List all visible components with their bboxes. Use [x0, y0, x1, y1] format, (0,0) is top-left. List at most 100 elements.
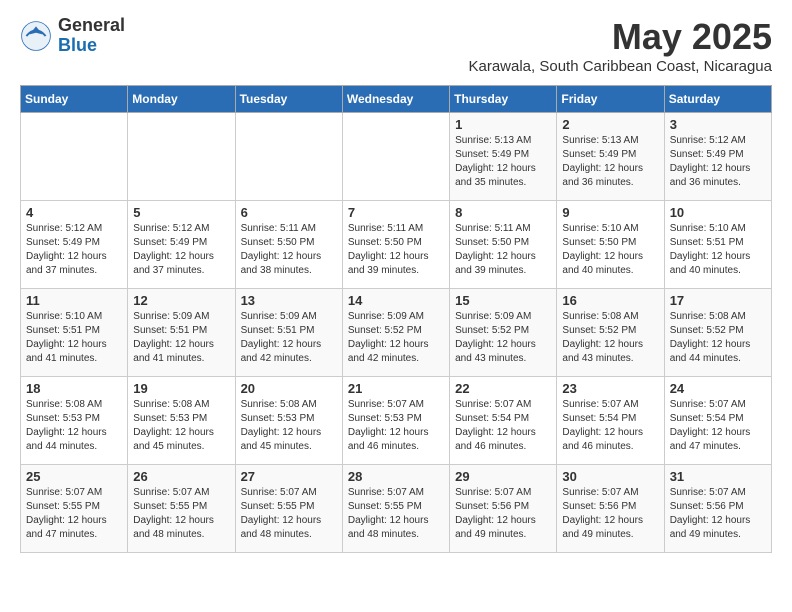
- calendar-cell: [342, 113, 449, 201]
- day-info: Sunrise: 5:09 AM Sunset: 5:51 PM Dayligh…: [133, 310, 229, 366]
- day-number: 6: [241, 205, 337, 220]
- calendar-cell: 2 Sunrise: 5:13 AM Sunset: 5:49 PM Daylig…: [557, 113, 664, 201]
- day-info: Sunrise: 5:09 AM Sunset: 5:51 PM Dayligh…: [241, 310, 337, 366]
- calendar-cell: 10 Sunrise: 5:10 AM Sunset: 5:51 PM Dayli…: [664, 201, 771, 289]
- calendar-cell: 20 Sunrise: 5:08 AM Sunset: 5:53 PM Dayli…: [235, 377, 342, 465]
- day-info: Sunrise: 5:08 AM Sunset: 5:52 PM Dayligh…: [670, 310, 766, 366]
- day-info: Sunrise: 5:10 AM Sunset: 5:51 PM Dayligh…: [670, 222, 766, 278]
- day-number: 19: [133, 381, 229, 396]
- day-number: 17: [670, 293, 766, 308]
- calendar-cell: 22 Sunrise: 5:07 AM Sunset: 5:54 PM Dayli…: [450, 377, 557, 465]
- title-block: May 2025 Karawala, South Caribbean Coast…: [468, 16, 772, 75]
- day-number: 22: [455, 381, 551, 396]
- calendar-cell: 9Sunrise: 5:10 AM Sunset: 5:50 PM Daylig…: [557, 201, 664, 289]
- calendar-week-3: 11 Sunrise: 5:10 AM Sunset: 5:51 PM Dayli…: [21, 289, 772, 377]
- day-number: 29: [455, 469, 551, 484]
- day-number: 10: [670, 205, 766, 220]
- day-number: 7: [348, 205, 444, 220]
- day-info: Sunrise: 5:09 AM Sunset: 5:52 PM Dayligh…: [348, 310, 444, 366]
- day-info: Sunrise: 5:09 AM Sunset: 5:52 PM Dayligh…: [455, 310, 551, 366]
- calendar-cell: 8 Sunrise: 5:11 AM Sunset: 5:50 PM Daylig…: [450, 201, 557, 289]
- calendar-cell: 19 Sunrise: 5:08 AM Sunset: 5:53 PM Dayli…: [128, 377, 235, 465]
- header-row: SundayMondayTuesdayWednesdayThursdayFrid…: [21, 86, 772, 113]
- day-info: Sunrise: 5:12 AM Sunset: 5:49 PM Dayligh…: [26, 222, 122, 278]
- day-number: 23: [562, 381, 658, 396]
- day-info: Sunrise: 5:07 AM Sunset: 5:54 PM Dayligh…: [670, 398, 766, 454]
- calendar-cell: 11 Sunrise: 5:10 AM Sunset: 5:51 PM Dayli…: [21, 289, 128, 377]
- day-number: 8: [455, 205, 551, 220]
- day-number: 2: [562, 117, 658, 132]
- day-number: 12: [133, 293, 229, 308]
- calendar-cell: 23 Sunrise: 5:07 AM Sunset: 5:54 PM Dayli…: [557, 377, 664, 465]
- calendar-cell: 17 Sunrise: 5:08 AM Sunset: 5:52 PM Dayli…: [664, 289, 771, 377]
- day-info: Sunrise: 5:07 AM Sunset: 5:54 PM Dayligh…: [562, 398, 658, 454]
- calendar-cell: [128, 113, 235, 201]
- calendar-cell: 28 Sunrise: 5:07 AM Sunset: 5:55 PM Dayli…: [342, 465, 449, 553]
- calendar-cell: 21Sunrise: 5:07 AM Sunset: 5:53 PM Dayli…: [342, 377, 449, 465]
- calendar-cell: 14 Sunrise: 5:09 AM Sunset: 5:52 PM Dayli…: [342, 289, 449, 377]
- day-info: Sunrise: 5:07 AM Sunset: 5:55 PM Dayligh…: [26, 486, 122, 542]
- day-number: 9: [562, 205, 658, 220]
- day-info: Sunrise: 5:10 AM Sunset: 5:51 PM Dayligh…: [26, 310, 122, 366]
- calendar-cell: 1 Sunrise: 5:13 AM Sunset: 5:49 PM Daylig…: [450, 113, 557, 201]
- day-info: Sunrise: 5:08 AM Sunset: 5:53 PM Dayligh…: [241, 398, 337, 454]
- calendar-cell: 31Sunrise: 5:07 AM Sunset: 5:56 PM Dayli…: [664, 465, 771, 553]
- calendar-cell: 12 Sunrise: 5:09 AM Sunset: 5:51 PM Dayli…: [128, 289, 235, 377]
- day-info: Sunrise: 5:11 AM Sunset: 5:50 PM Dayligh…: [455, 222, 551, 278]
- day-info: Sunrise: 5:13 AM Sunset: 5:49 PM Dayligh…: [455, 134, 551, 190]
- logo-general: General: [58, 16, 125, 36]
- day-info: Sunrise: 5:07 AM Sunset: 5:55 PM Dayligh…: [348, 486, 444, 542]
- day-info: Sunrise: 5:08 AM Sunset: 5:53 PM Dayligh…: [133, 398, 229, 454]
- day-number: 25: [26, 469, 122, 484]
- day-info: Sunrise: 5:07 AM Sunset: 5:55 PM Dayligh…: [241, 486, 337, 542]
- logo-text: General Blue: [58, 16, 125, 56]
- day-number: 26: [133, 469, 229, 484]
- calendar-cell: 29 Sunrise: 5:07 AM Sunset: 5:56 PM Dayli…: [450, 465, 557, 553]
- calendar-cell: 13 Sunrise: 5:09 AM Sunset: 5:51 PM Dayli…: [235, 289, 342, 377]
- calendar-cell: 16Sunrise: 5:08 AM Sunset: 5:52 PM Dayli…: [557, 289, 664, 377]
- calendar-cell: 25 Sunrise: 5:07 AM Sunset: 5:55 PM Dayli…: [21, 465, 128, 553]
- calendar-cell: [235, 113, 342, 201]
- calendar-cell: 4 Sunrise: 5:12 AM Sunset: 5:49 PM Daylig…: [21, 201, 128, 289]
- day-number: 20: [241, 381, 337, 396]
- day-number: 4: [26, 205, 122, 220]
- day-number: 5: [133, 205, 229, 220]
- day-number: 18: [26, 381, 122, 396]
- location-subtitle: Karawala, South Caribbean Coast, Nicarag…: [468, 58, 772, 75]
- col-header-friday: Friday: [557, 86, 664, 113]
- day-number: 15: [455, 293, 551, 308]
- day-info: Sunrise: 5:12 AM Sunset: 5:49 PM Dayligh…: [670, 134, 766, 190]
- day-number: 13: [241, 293, 337, 308]
- day-number: 11: [26, 293, 122, 308]
- day-info: Sunrise: 5:07 AM Sunset: 5:55 PM Dayligh…: [133, 486, 229, 542]
- day-number: 27: [241, 469, 337, 484]
- day-info: Sunrise: 5:07 AM Sunset: 5:54 PM Dayligh…: [455, 398, 551, 454]
- day-number: 14: [348, 293, 444, 308]
- col-header-monday: Monday: [128, 86, 235, 113]
- calendar-cell: 7Sunrise: 5:11 AM Sunset: 5:50 PM Daylig…: [342, 201, 449, 289]
- day-number: 28: [348, 469, 444, 484]
- calendar-cell: 24 Sunrise: 5:07 AM Sunset: 5:54 PM Dayli…: [664, 377, 771, 465]
- day-number: 24: [670, 381, 766, 396]
- calendar-cell: 27 Sunrise: 5:07 AM Sunset: 5:55 PM Dayli…: [235, 465, 342, 553]
- col-header-wednesday: Wednesday: [342, 86, 449, 113]
- day-info: Sunrise: 5:11 AM Sunset: 5:50 PM Dayligh…: [241, 222, 337, 278]
- day-info: Sunrise: 5:07 AM Sunset: 5:56 PM Dayligh…: [455, 486, 551, 542]
- day-number: 1: [455, 117, 551, 132]
- month-title: May 2025: [468, 16, 772, 58]
- calendar-cell: 5 Sunrise: 5:12 AM Sunset: 5:49 PM Daylig…: [128, 201, 235, 289]
- day-info: Sunrise: 5:12 AM Sunset: 5:49 PM Dayligh…: [133, 222, 229, 278]
- calendar-cell: 15 Sunrise: 5:09 AM Sunset: 5:52 PM Dayli…: [450, 289, 557, 377]
- logo-blue: Blue: [58, 36, 125, 56]
- calendar-cell: 3Sunrise: 5:12 AM Sunset: 5:49 PM Daylig…: [664, 113, 771, 201]
- day-number: 21: [348, 381, 444, 396]
- day-number: 30: [562, 469, 658, 484]
- calendar-cell: [21, 113, 128, 201]
- day-info: Sunrise: 5:13 AM Sunset: 5:49 PM Dayligh…: [562, 134, 658, 190]
- calendar-table: SundayMondayTuesdayWednesdayThursdayFrid…: [20, 85, 772, 553]
- calendar-cell: 30Sunrise: 5:07 AM Sunset: 5:56 PM Dayli…: [557, 465, 664, 553]
- logo: General Blue: [20, 16, 125, 56]
- calendar-week-5: 25 Sunrise: 5:07 AM Sunset: 5:55 PM Dayli…: [21, 465, 772, 553]
- col-header-sunday: Sunday: [21, 86, 128, 113]
- day-number: 31: [670, 469, 766, 484]
